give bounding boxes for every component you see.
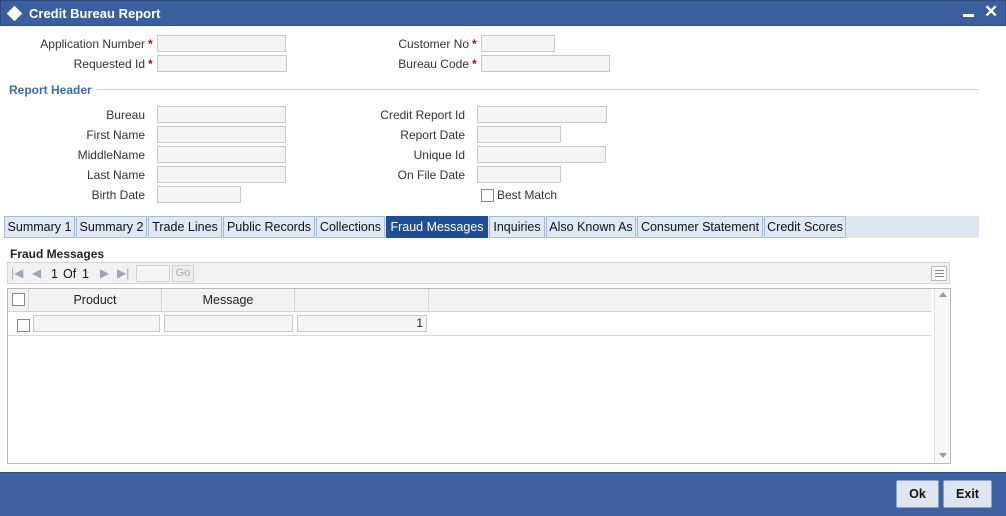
on-file-date-label: On File Date [397, 168, 465, 182]
middle-name-input[interactable] [157, 146, 286, 163]
tab-also-known-as[interactable]: Also Known As [546, 216, 636, 238]
fraud-messages-grid: Product Message 1 [7, 288, 951, 464]
required-marker: * [148, 37, 153, 51]
vertical-scrollbar[interactable] [934, 289, 950, 463]
section-divider [96, 89, 979, 90]
previous-page-icon[interactable]: ◀ [32, 266, 41, 280]
page-of-label: Of [63, 267, 77, 281]
select-all-column [8, 289, 29, 311]
unique-id-input[interactable] [477, 146, 606, 163]
report-date-input[interactable] [477, 126, 561, 143]
minimize-icon[interactable] [963, 14, 974, 17]
tab-collections[interactable]: Collections [316, 216, 385, 238]
column-header-product[interactable]: Product [29, 289, 162, 311]
bureau-input[interactable] [157, 106, 286, 123]
report-date-label: Report Date [400, 128, 465, 142]
on-file-date-input[interactable] [477, 166, 561, 183]
grid-header: Product Message [8, 289, 931, 312]
ok-button[interactable]: Ok [896, 480, 939, 508]
report-header-title: Report Header [9, 83, 92, 97]
credit-report-id-input[interactable] [477, 106, 607, 123]
application-number-label: Application Number [40, 37, 145, 51]
product-cell-input[interactable] [33, 315, 160, 332]
best-match-label: Best Match [497, 188, 558, 202]
select-all-checkbox[interactable] [12, 293, 25, 306]
last-name-label: Last Name [86, 168, 145, 182]
fraud-messages-title: Fraud Messages [10, 247, 105, 261]
last-name-input[interactable] [157, 166, 286, 183]
tab-fraud-messages[interactable]: Fraud Messages [386, 216, 488, 238]
page-number-input[interactable] [136, 265, 170, 282]
close-icon[interactable]: ✕ [984, 1, 998, 23]
row-checkbox[interactable] [17, 319, 30, 332]
credit-report-id-label: Credit Report Id [380, 108, 465, 122]
window-title-bar: Credit Bureau Report ✕ [0, 0, 1006, 26]
scroll-down-icon[interactable] [939, 453, 947, 458]
go-button[interactable]: Go [172, 265, 194, 282]
birth-date-label: Birth Date [91, 188, 145, 202]
current-page: 1 [51, 267, 58, 281]
required-marker: * [472, 37, 477, 51]
tab-consumer-statement[interactable]: Consumer Statement [637, 216, 763, 238]
table-row: 1 [8, 313, 931, 336]
exit-button[interactable]: Exit [943, 480, 992, 508]
next-page-icon[interactable]: ▶ [100, 266, 109, 280]
bureau-code-input[interactable] [481, 55, 610, 72]
first-name-label: First Name [86, 128, 145, 142]
requested-id-label: Requested Id [73, 57, 145, 71]
middle-name-label: MiddleName [77, 148, 145, 162]
window-title: Credit Bureau Report [29, 6, 161, 21]
total-pages: 1 [82, 267, 89, 281]
birth-date-input[interactable] [157, 186, 241, 203]
tab-inquiries[interactable]: Inquiries [489, 216, 545, 238]
best-match-checkbox[interactable] [481, 189, 494, 202]
tab-public-records[interactable]: Public Records [223, 216, 315, 238]
first-name-input[interactable] [157, 126, 286, 143]
tab-credit-scores[interactable]: Credit Scores [764, 216, 846, 238]
application-number-input[interactable] [157, 35, 286, 52]
tab-trade-lines[interactable]: Trade Lines [148, 216, 222, 238]
message-cell-input[interactable] [164, 315, 293, 332]
app-diamond-icon [6, 5, 23, 22]
scroll-up-icon[interactable] [939, 292, 947, 297]
tab-summary-2[interactable]: Summary 2 [76, 216, 147, 238]
column-header-blank [295, 289, 429, 311]
list-view-icon[interactable] [931, 266, 947, 281]
customer-no-input[interactable] [481, 35, 555, 52]
first-page-icon[interactable]: |◀ [11, 266, 23, 280]
last-page-icon[interactable]: ▶| [117, 266, 129, 280]
footer-bar [0, 472, 1006, 516]
unique-id-label: Unique Id [413, 148, 465, 162]
column-header-message[interactable]: Message [162, 289, 295, 311]
tab-summary-1[interactable]: Summary 1 [4, 216, 75, 238]
bureau-label: Bureau [106, 108, 145, 122]
pagination-bar: |◀ ◀ 1 Of 1 ▶ ▶| Go [7, 262, 950, 284]
requested-id-input[interactable] [157, 55, 287, 72]
value-cell[interactable]: 1 [297, 315, 427, 332]
bureau-code-label: Bureau Code [398, 57, 469, 71]
required-marker: * [148, 57, 153, 71]
customer-no-label: Customer No [398, 37, 469, 51]
required-marker: * [472, 57, 477, 71]
